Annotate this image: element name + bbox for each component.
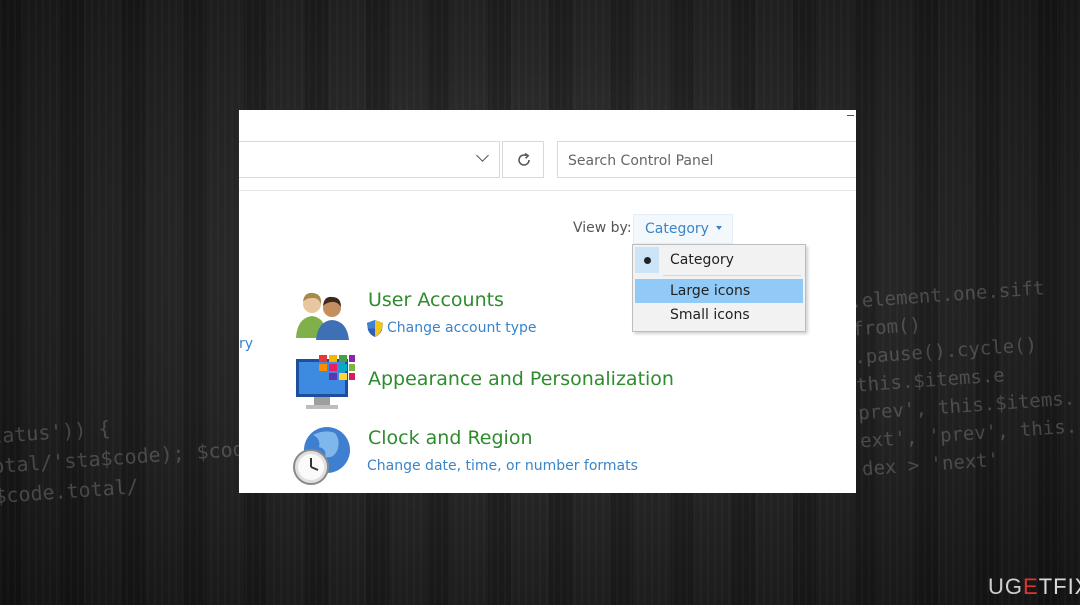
link-change-account-type[interactable]: Change account type [387,320,537,336]
left-pane-link[interactable]: ry [239,336,253,352]
menu-item-large-icons[interactable]: Large icons [635,279,803,303]
menu-item-category[interactable]: Category [635,248,803,272]
view-by-dropdown-button[interactable]: Category [633,214,733,244]
watermark-e: E [1023,574,1039,599]
users-icon [296,292,349,340]
address-bar[interactable] [239,141,500,178]
toolbar-divider [239,190,856,191]
background-code-left: tatus')) { otal/'sta$code); $code $code.… [0,415,258,509]
view-by-menu: Category Large icons Small icons [632,244,806,332]
menu-separator [663,275,801,276]
category-title-clock-region[interactable]: Clock and Region [368,427,533,449]
menu-item-small-icons[interactable]: Small icons [635,303,803,327]
refresh-button[interactable] [502,141,544,178]
link-change-date-time-formats[interactable]: Change date, time, or number formats [367,458,638,474]
display-icon [296,355,355,409]
caret-down-icon [715,226,722,230]
search-input[interactable] [566,142,850,179]
clock-globe-icon [293,427,350,485]
view-by-label: View by: [573,220,632,236]
refresh-icon [518,152,530,166]
category-title-user-accounts[interactable]: User Accounts [368,289,504,311]
view-by-selected: Category [645,221,709,237]
shield-icon [367,320,383,337]
control-panel-window: View by: Category Category Large icons S… [239,110,856,493]
watermark-logo: UGETFIX [988,574,1080,600]
watermark-prefix: UG [988,574,1023,599]
chevron-down-icon[interactable] [476,149,489,162]
window-edge-mark [847,115,854,116]
search-box[interactable] [557,141,856,179]
category-title-appearance[interactable]: Appearance and Personalization [368,368,674,390]
background-code-right: .element.one.sift from() .pause().cycle(… [849,277,1078,481]
watermark-suffix: TFIX [1038,574,1080,599]
